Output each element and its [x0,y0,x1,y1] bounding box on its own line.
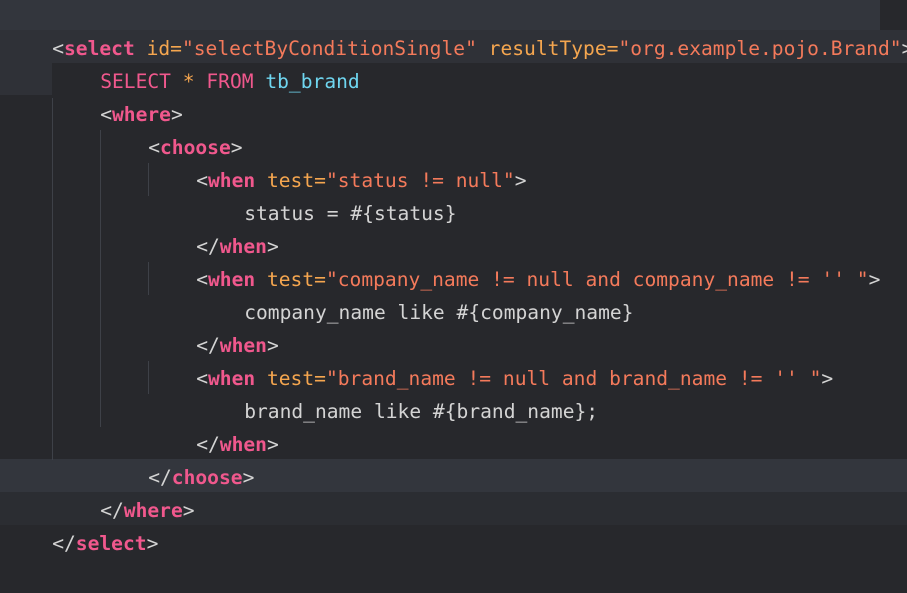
code-line-10[interactable]: </when> [149,296,279,357]
code-line-8[interactable]: <when test="company_name != null and com… [149,230,880,291]
tag-close-bracket: > [242,466,255,489]
attribute-value: "org.example.pojo.Brand" [618,37,902,60]
attribute-name: resultType [488,37,607,60]
code-line-5[interactable]: <when test="status != null"> [149,131,526,192]
code-line-13[interactable]: </when> [149,395,279,456]
code-line-6[interactable]: status = #{status} [197,164,456,225]
code-line-1[interactable]: <select id="selectByConditionSingle" res… [5,0,907,60]
tag-close-bracket: > [182,499,195,522]
tag-close-bracket: > [902,37,907,60]
code-line-12[interactable]: brand_name like #{brand_name}; [197,362,598,423]
sql-text: company_name like #{company_name} [244,301,634,324]
tag-name: select [75,532,147,555]
code-line-7[interactable]: </when> [149,197,279,258]
sql-keyword: FROM [206,70,254,93]
code-line-14[interactable]: </choose> [101,428,254,489]
tag-close-bracket: > [821,367,834,390]
code-line-4[interactable]: <choose> [101,98,242,159]
code-line-15[interactable]: </where> [53,461,194,522]
tag-close-bracket: > [514,169,527,192]
code-line-3[interactable]: <where> [53,65,183,126]
tag-close-bracket: > [146,532,159,555]
tag-close-bracket: > [868,268,881,291]
tag-close-bracket: > [266,433,279,456]
code-editor[interactable]: <select id="selectByConditionSingle" res… [0,0,907,555]
table-identifier: tb_brand [265,70,360,93]
code-line-16[interactable]: </select> [5,494,158,555]
code-line-2[interactable]: SELECT * FROM tb_brand [53,32,360,93]
sql-operator: * [182,70,195,93]
sql-text: brand_name like #{brand_name}; [244,400,599,423]
code-line-11[interactable]: <when test="brand_name != null and brand… [149,329,833,390]
equals-sign: = [606,37,619,60]
code-line-9[interactable]: company_name like #{company_name} [197,263,633,324]
tag-open-bracket: </ [52,532,76,555]
